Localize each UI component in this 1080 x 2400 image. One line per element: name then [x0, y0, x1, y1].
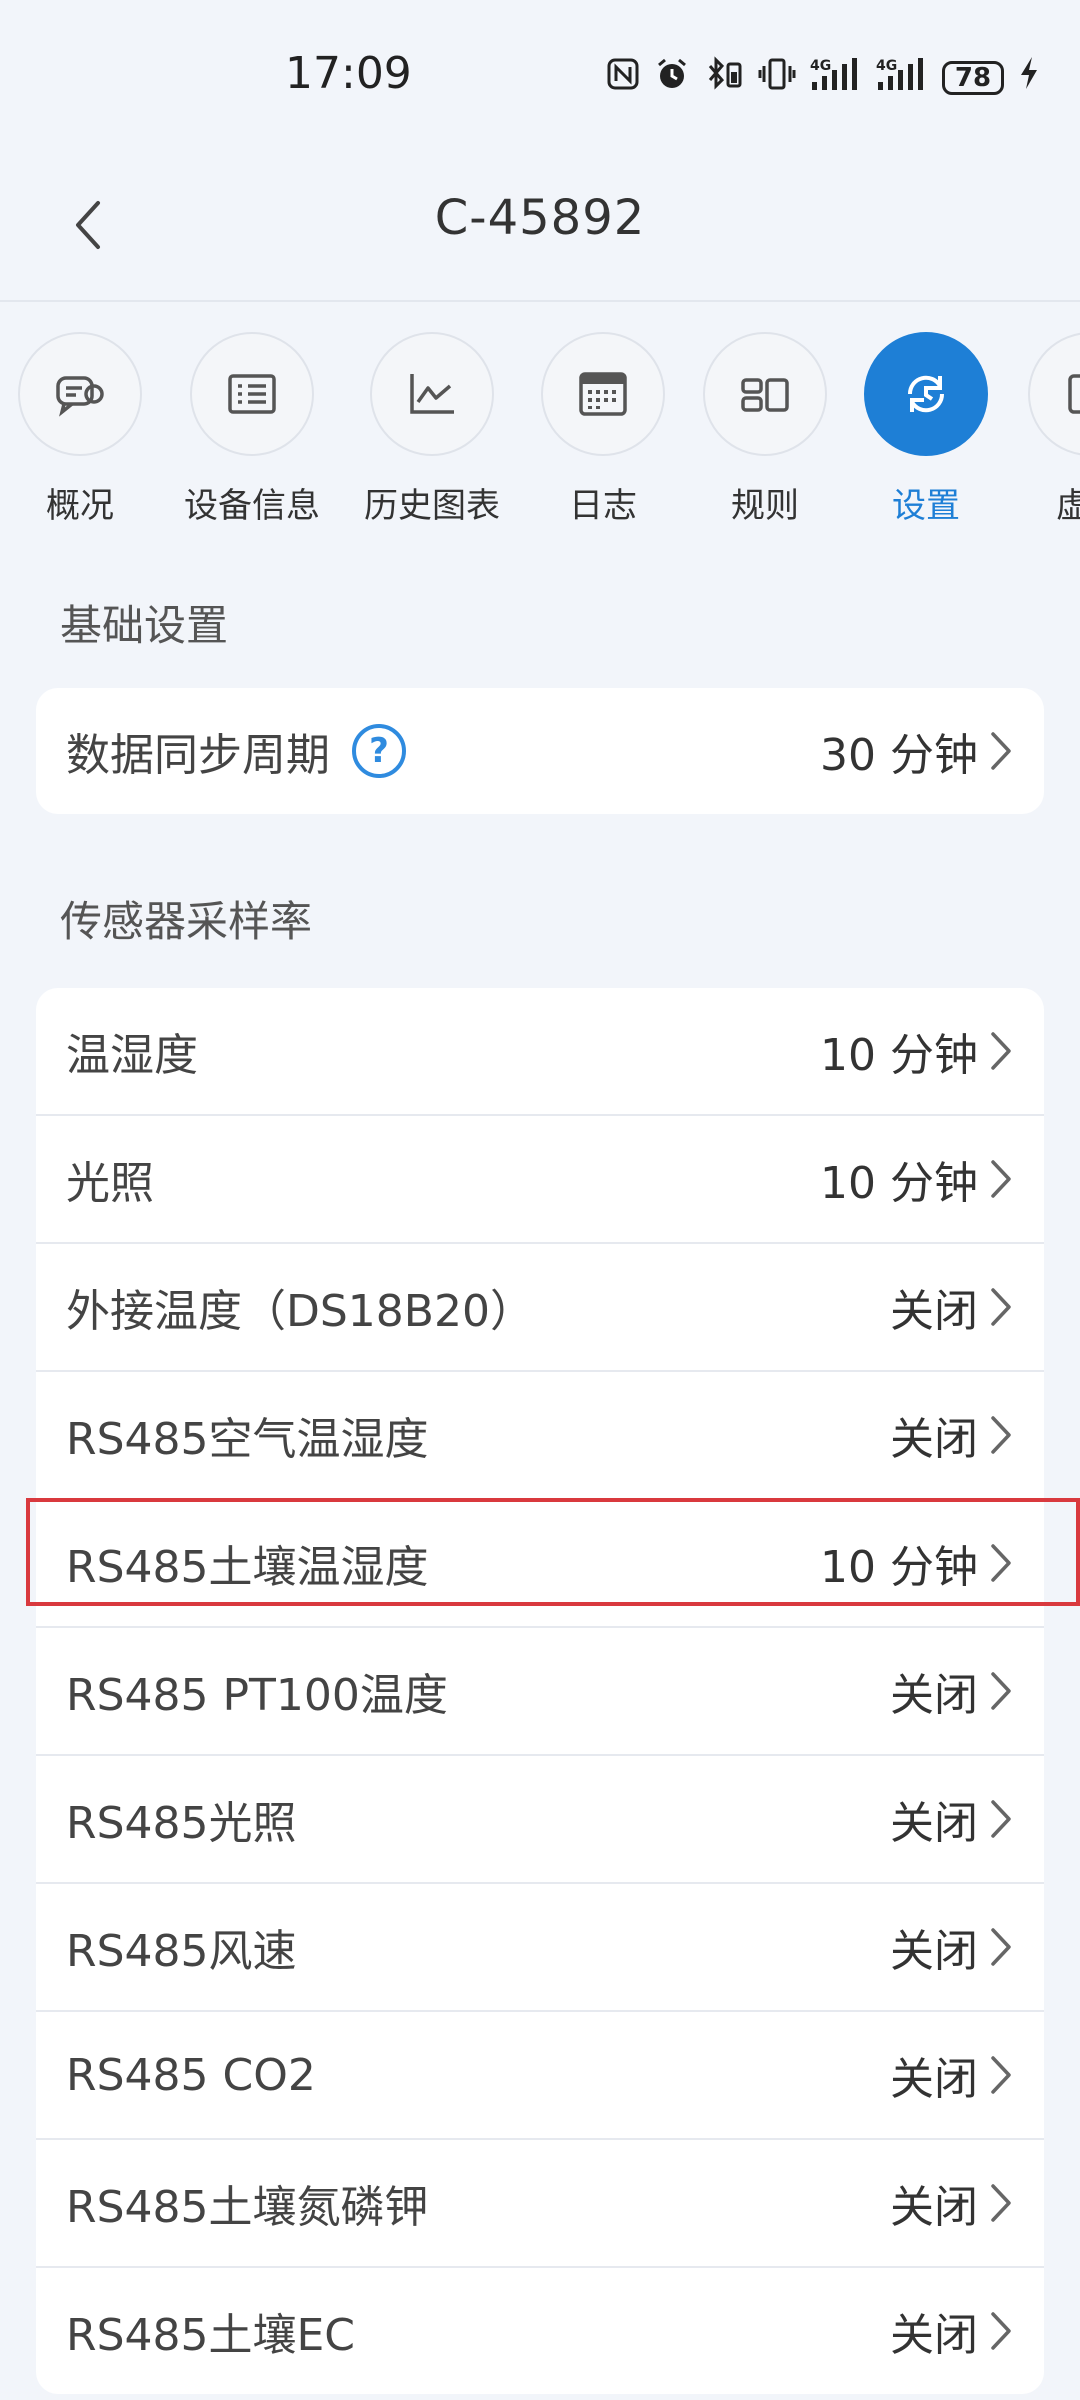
sensor-row[interactable]: RS485 CO2 关闭: [36, 2012, 1044, 2140]
tab-settings[interactable]: 设置: [836, 332, 1016, 527]
svg-text:4G: 4G: [810, 58, 831, 74]
setting-row-sync-period[interactable]: 数据同步周期 ? 30 分钟: [36, 688, 1044, 814]
sensor-value: 关闭: [890, 2054, 978, 2105]
rules-icon: [741, 378, 789, 412]
sensor-value: 10 分钟: [820, 1158, 978, 1209]
sensor-value: 10 分钟: [820, 1542, 978, 1593]
sensor-row[interactable]: 温湿度 10 分钟: [36, 988, 1044, 1116]
sensor-label: RS485土壤EC: [66, 2310, 356, 2361]
sensor-row[interactable]: RS485光照 关闭: [36, 1756, 1044, 1884]
tab-overview[interactable]: 概况: [0, 332, 170, 527]
tab-label: 日志: [569, 486, 637, 526]
tab-device-info[interactable]: 设备信息: [162, 332, 342, 527]
chevron-right-icon: [991, 1544, 1011, 1582]
sensor-label: RS485光照: [66, 1798, 297, 1849]
tab-rules[interactable]: 规则: [675, 332, 855, 527]
sensor-row[interactable]: 光照 10 分钟: [36, 1116, 1044, 1244]
chevron-right-icon: [991, 1416, 1011, 1454]
chevron-right-icon: [991, 1160, 1011, 1198]
sensor-label: RS485土壤温湿度: [66, 1542, 429, 1593]
sensor-label: 外接温度（DS18B20）: [66, 1286, 534, 1337]
chevron-right-icon: [991, 732, 1011, 770]
sensor-label: RS485风速: [66, 1926, 297, 1977]
sensor-label: RS485 CO2: [66, 2049, 316, 2101]
sensor-row[interactable]: RS485 PT100温度 关闭: [36, 1628, 1044, 1756]
sensor-row[interactable]: RS485空气温湿度 关闭: [36, 1372, 1044, 1500]
sensor-value: 关闭: [890, 2310, 978, 2361]
tab-log[interactable]: 日志: [513, 332, 693, 527]
sensor-row[interactable]: RS485土壤EC 关闭: [36, 2268, 1044, 2394]
signal-icon-1: 4G: [810, 56, 862, 100]
chevron-right-icon: [991, 2184, 1011, 2222]
battery-level: 78: [942, 60, 1004, 95]
sensor-rate-card: 温湿度 10 分钟 光照 10 分钟 外接温度（DS18B20） 关闭 RS48…: [36, 988, 1044, 2394]
settings-sync-icon: [907, 375, 945, 413]
nfc-icon: [606, 57, 640, 99]
chevron-right-icon: [991, 1288, 1011, 1326]
help-icon[interactable]: ?: [352, 724, 406, 778]
tab-label: 规则: [731, 486, 799, 526]
sensor-label: RS485土壤氮磷钾: [66, 2182, 429, 2233]
sensor-label: RS485空气温湿度: [66, 1414, 429, 1465]
chevron-right-icon: [991, 1672, 1011, 1710]
sensor-value: 关闭: [890, 1798, 978, 1849]
section-title-sensors: 传感器采样率: [60, 897, 313, 946]
section-title-basic: 基础设置: [60, 601, 229, 650]
sensor-row[interactable]: RS485土壤氮磷钾 关闭: [36, 2140, 1044, 2268]
virtual-icon: [1068, 374, 1080, 414]
tab-virtual[interactable]: 虚拟: [1000, 332, 1080, 527]
sensor-value: 10 分钟: [820, 1030, 978, 1081]
nav-bar: C-45892: [0, 150, 1080, 302]
chevron-right-icon: [991, 2312, 1011, 2350]
tab-label: 虚拟: [1056, 486, 1080, 526]
sensor-value: 关闭: [890, 2182, 978, 2233]
bluetooth-battery-icon: [704, 55, 744, 100]
tab-label: 概况: [46, 486, 114, 526]
sensor-value: 关闭: [890, 1414, 978, 1465]
sensor-label: RS485 PT100温度: [66, 1670, 448, 1721]
tab-history-chart[interactable]: 历史图表: [342, 332, 522, 527]
chevron-right-icon: [991, 2056, 1011, 2094]
chevron-right-icon: [991, 1032, 1011, 1070]
status-icons: 4G 4G 78: [606, 55, 1040, 100]
vibrate-icon: [758, 56, 796, 100]
sensor-value: 关闭: [890, 1926, 978, 1977]
chevron-right-icon: [991, 1928, 1011, 1966]
tab-label: 设置: [892, 486, 960, 526]
setting-value: 30 分钟: [820, 730, 978, 781]
sensor-value: 关闭: [890, 1286, 978, 1337]
status-time: 17:09: [285, 48, 412, 99]
alarm-icon: [654, 56, 690, 100]
sensor-label: 光照: [66, 1158, 154, 1209]
sensor-label: 温湿度: [66, 1030, 198, 1081]
signal-icon-2: 4G: [876, 56, 928, 100]
sensor-row[interactable]: 外接温度（DS18B20） 关闭: [36, 1244, 1044, 1372]
tab-bar: 概况 设备信息 历史图表 日志 规则 设置 虚拟: [0, 300, 1080, 540]
sensor-value: 关闭: [890, 1670, 978, 1721]
sensor-row[interactable]: RS485风速 关闭: [36, 1884, 1044, 2012]
chevron-right-icon: [991, 1800, 1011, 1838]
sensor-row[interactable]: RS485土壤温湿度 10 分钟: [36, 1500, 1044, 1628]
basic-settings-card: 数据同步周期 ? 30 分钟: [36, 688, 1044, 814]
page-title: C-45892: [434, 190, 646, 246]
device-info-icon: [228, 374, 276, 414]
history-chart-icon: [410, 374, 454, 414]
charging-icon: [1018, 55, 1040, 100]
log-calendar-icon: [579, 372, 627, 416]
overview-icon: [56, 376, 104, 417]
svg-text:4G: 4G: [876, 58, 897, 74]
setting-label: 数据同步周期: [66, 730, 330, 781]
tab-label: 设备信息: [184, 486, 320, 526]
status-bar: 17:09 4G 4G 78: [0, 0, 1080, 150]
tab-label: 历史图表: [364, 486, 500, 526]
